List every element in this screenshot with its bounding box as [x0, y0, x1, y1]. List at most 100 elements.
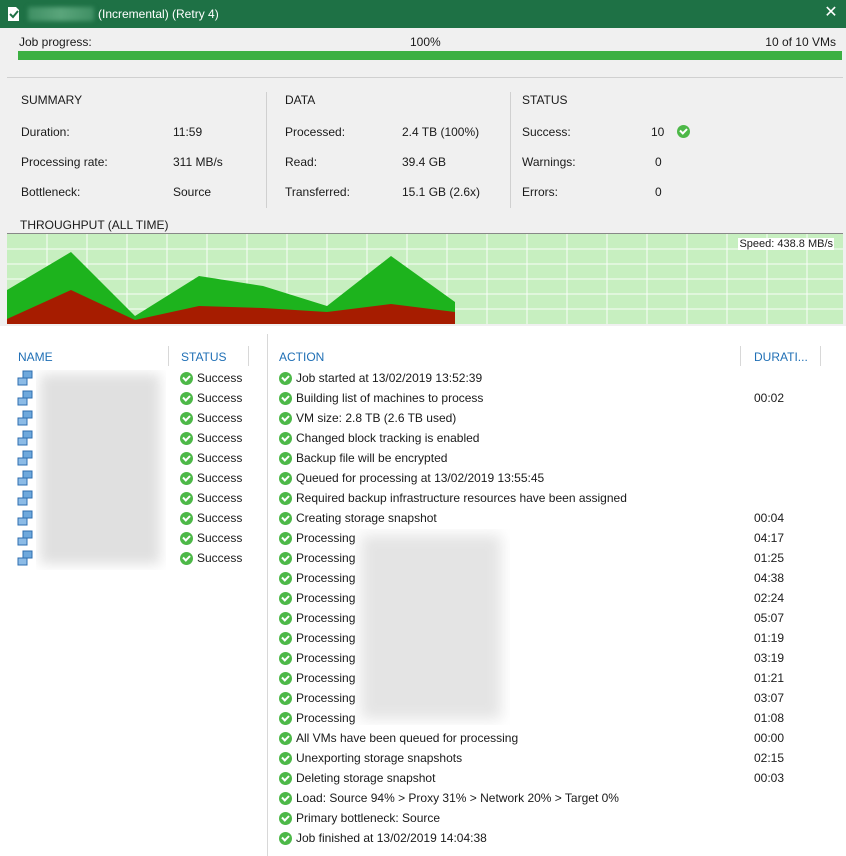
divider — [267, 334, 268, 856]
summary-rate-label: Processing rate: — [21, 155, 108, 169]
job-name-redacted — [28, 7, 94, 21]
action-row[interactable]: Processing — [279, 648, 355, 668]
vm-status-text: Success — [197, 411, 243, 425]
vm-status-row[interactable]: Success — [180, 408, 242, 428]
action-row[interactable]: Processing — [279, 668, 355, 688]
vm-status-text: Success — [197, 431, 243, 445]
status-title: STATUS — [522, 93, 568, 107]
action-column-header[interactable]: ACTION — [279, 350, 324, 364]
data-read-label: Read: — [285, 155, 318, 169]
vm-status-row[interactable]: Success — [180, 508, 242, 528]
action-row[interactable]: Processing — [279, 608, 355, 628]
action-row[interactable]: Processing — [279, 688, 355, 708]
action-duration: 00:00 — [754, 731, 785, 745]
vm-icon — [17, 450, 33, 466]
vm-status-row[interactable]: Success — [180, 428, 242, 448]
success-check-icon — [279, 452, 292, 466]
success-check-icon — [180, 532, 193, 546]
divider — [510, 92, 511, 208]
close-button[interactable]: ✕ — [822, 4, 840, 22]
vm-names-redacted — [40, 374, 160, 564]
success-check-icon — [180, 472, 193, 486]
action-row[interactable]: Primary bottleneck: Source — [279, 808, 440, 828]
success-check-icon — [279, 552, 292, 566]
speed-label: Speed: 438.8 MB/s — [738, 238, 834, 250]
vm-status-row[interactable]: Success — [180, 488, 242, 508]
action-row[interactable]: All VMs have been queued for processing — [279, 728, 518, 748]
action-row[interactable]: Processing — [279, 708, 355, 728]
vm-status-row[interactable]: Success — [180, 388, 242, 408]
success-check-icon — [279, 832, 292, 846]
success-check-icon — [279, 812, 292, 826]
vm-icon — [17, 410, 33, 426]
action-row[interactable]: Creating storage snapshot — [279, 508, 437, 528]
action-row[interactable]: Processing — [279, 628, 355, 648]
action-row[interactable]: Processing — [279, 528, 355, 548]
action-row[interactable]: Processing — [279, 588, 355, 608]
action-row[interactable]: Job started at 13/02/2019 13:52:39 — [279, 368, 482, 388]
action-row[interactable]: Building list of machines to process — [279, 388, 483, 408]
action-text: VM size: 2.8 TB (2.6 TB used) — [296, 411, 457, 425]
action-row[interactable]: Deleting storage snapshot — [279, 768, 435, 788]
action-row[interactable]: Changed block tracking is enabled — [279, 428, 479, 448]
job-progress-bar — [18, 51, 842, 60]
name-column-header[interactable]: NAME — [18, 350, 53, 364]
success-check-icon — [180, 412, 193, 426]
vm-icon — [17, 490, 33, 506]
action-row[interactable]: Processing — [279, 568, 355, 588]
action-duration: 02:24 — [754, 591, 785, 605]
action-row[interactable]: Unexporting storage snapshots — [279, 748, 462, 768]
vm-status-row[interactable]: Success — [180, 368, 242, 388]
vm-status-text: Success — [197, 371, 243, 385]
status-column-header[interactable]: STATUS — [181, 350, 227, 364]
success-check-icon — [279, 632, 292, 646]
status-errors-label: Errors: — [522, 185, 558, 199]
divider — [266, 92, 267, 208]
action-text: Processing — [296, 651, 356, 665]
action-duration: 00:02 — [754, 391, 785, 405]
success-check-icon — [279, 712, 292, 726]
throughput-graph — [7, 234, 843, 324]
action-duration: 01:25 — [754, 551, 785, 565]
action-row[interactable]: Job finished at 13/02/2019 14:04:38 — [279, 828, 487, 848]
vm-status-row[interactable]: Success — [180, 528, 242, 548]
action-text: Deleting storage snapshot — [296, 771, 436, 785]
action-duration: 00:04 — [754, 511, 785, 525]
success-check-icon — [279, 692, 292, 706]
action-text: Processing — [296, 591, 356, 605]
vm-status-text: Success — [197, 531, 243, 545]
vm-icon — [17, 470, 33, 486]
vm-status-row[interactable]: Success — [180, 548, 242, 568]
throughput-title: THROUGHPUT (ALL TIME) — [20, 218, 169, 232]
close-icon: ✕ — [824, 4, 838, 21]
window-title: (Incremental) (Retry 4) — [98, 7, 219, 21]
action-row[interactable]: Required backup infrastructure resources… — [279, 488, 627, 508]
action-text: Processing — [296, 711, 356, 725]
action-text: Processing — [296, 571, 356, 585]
action-row[interactable]: Load: Source 94% > Proxy 31% > Network 2… — [279, 788, 619, 808]
action-row[interactable]: Processing — [279, 548, 355, 568]
success-check-icon — [279, 512, 292, 526]
vm-status-row[interactable]: Success — [180, 468, 242, 488]
vm-status-row[interactable]: Success — [180, 448, 242, 468]
success-check-icon — [279, 732, 292, 746]
action-text: Creating storage snapshot — [296, 511, 437, 525]
action-duration: 03:07 — [754, 691, 785, 705]
summary-bottleneck-label: Bottleneck: — [21, 185, 81, 199]
success-check-icon — [279, 652, 292, 666]
success-check-icon — [180, 552, 193, 566]
status-warnings-label: Warnings: — [522, 155, 576, 169]
action-duration: 01:21 — [754, 671, 785, 685]
action-row[interactable]: VM size: 2.8 TB (2.6 TB used) — [279, 408, 456, 428]
action-row[interactable]: Backup file will be encrypted — [279, 448, 447, 468]
success-check-icon — [279, 672, 292, 686]
action-text: Required backup infrastructure resources… — [296, 491, 627, 505]
status-success-value: 10 — [651, 125, 665, 139]
action-row[interactable]: Queued for processing at 13/02/2019 13:5… — [279, 468, 544, 488]
success-check-icon — [180, 432, 193, 446]
status-errors-value: 0 — [655, 185, 662, 199]
action-duration: 04:17 — [754, 531, 785, 545]
duration-column-header[interactable]: DURATI... — [754, 350, 808, 364]
action-duration: 02:15 — [754, 751, 785, 765]
action-duration: 05:07 — [754, 611, 785, 625]
